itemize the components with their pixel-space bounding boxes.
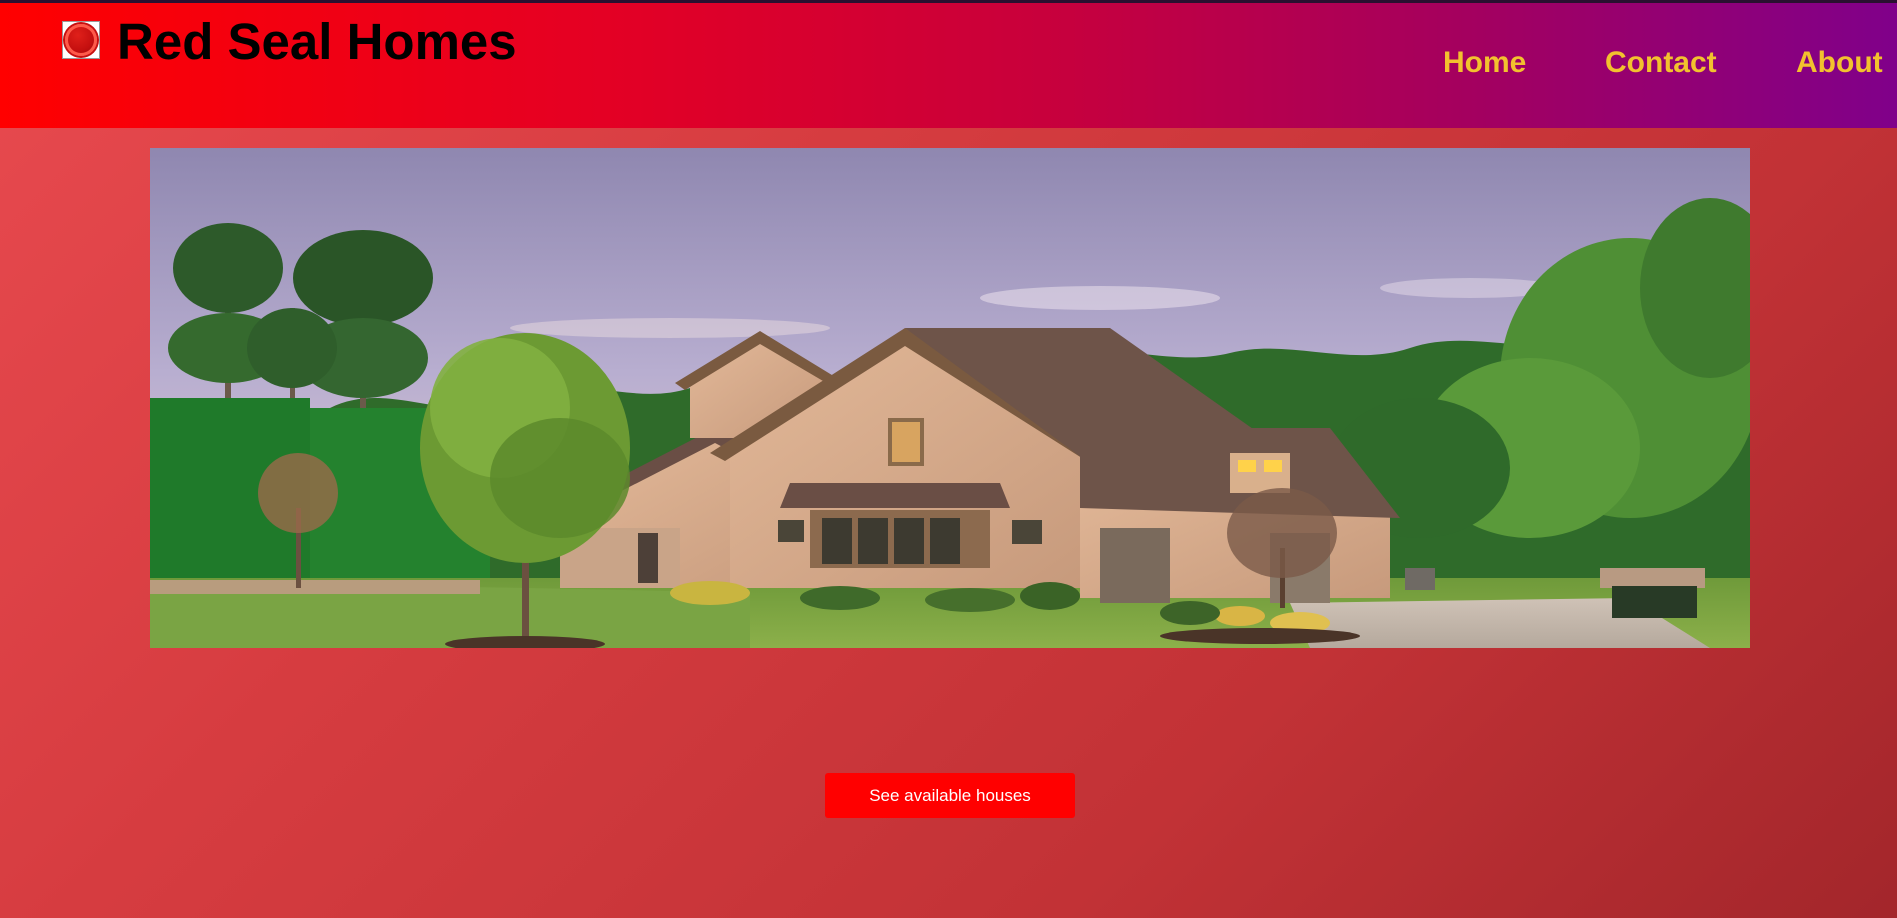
site-header: Red Seal Homes Home Contact About bbox=[0, 3, 1897, 128]
nav-home-link[interactable]: Home bbox=[1443, 43, 1526, 83]
red-seal-icon bbox=[65, 24, 97, 56]
brand-name: Red Seal Homes bbox=[117, 13, 517, 70]
house-photo bbox=[150, 148, 1750, 648]
logo[interactable] bbox=[62, 21, 100, 59]
nav-about-link[interactable]: About bbox=[1796, 43, 1883, 83]
hero-image bbox=[150, 148, 1750, 648]
see-available-houses-button[interactable]: See available houses bbox=[825, 773, 1075, 818]
nav-contact-link[interactable]: Contact bbox=[1605, 43, 1717, 83]
